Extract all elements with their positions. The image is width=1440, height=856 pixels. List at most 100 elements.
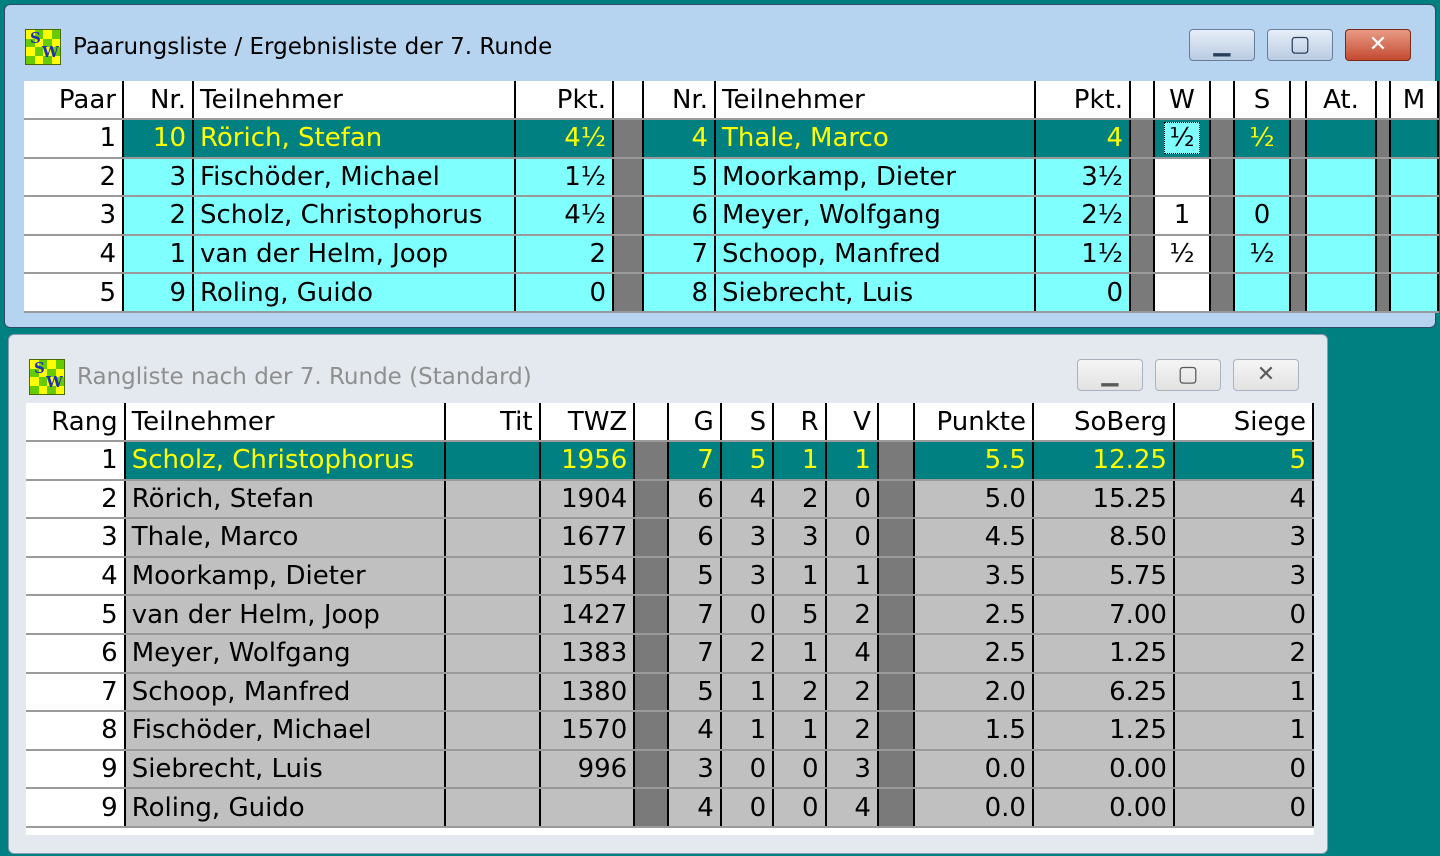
punkte-cell: 2.5	[914, 633, 1034, 674]
separator-cell	[1130, 157, 1155, 198]
result-w-input[interactable]	[1154, 273, 1211, 313]
separator-cell	[1130, 196, 1155, 236]
col-header-g[interactable]: G	[668, 403, 722, 442]
separator-cell	[877, 518, 916, 558]
col-header-nr2[interactable]: Nr.	[643, 81, 716, 120]
v-cell: 4	[825, 633, 879, 674]
result-w-value[interactable]: ½	[1164, 122, 1200, 155]
result-s-input[interactable]	[1234, 273, 1291, 313]
at-cell[interactable]	[1306, 119, 1377, 159]
ranking-row[interactable]: 1 Scholz, Christophorus 1956 7 5 1 1 5.5…	[26, 441, 1315, 481]
col-header-pkt2[interactable]: Pkt.	[1035, 81, 1131, 120]
ranking-header-row: Rang Teilnehmer Tit TWZ G S R V Punkte S…	[26, 403, 1315, 442]
ranking-grid[interactable]: Rang Teilnehmer Tit TWZ G S R V Punkte S…	[26, 403, 1315, 835]
ranking-window-titlebar[interactable]: SW Rangliste nach der 7. Runde (Standard…	[9, 335, 1327, 405]
result-w-input[interactable]: 1	[1154, 196, 1211, 236]
col-header-twz[interactable]: TWZ	[539, 403, 636, 442]
ranking-row[interactable]: 7 Schoop, Manfred 1380 5 1 2 2 2.0 6.25 …	[26, 672, 1315, 713]
result-s-input[interactable]: ½	[1234, 119, 1291, 159]
pairing-row[interactable]: 4 1 van der Helm, Joop 2 7 Schoop, Manfr…	[24, 234, 1439, 275]
at-cell[interactable]	[1306, 157, 1377, 198]
col-header-teilnehmer[interactable]: Teilnehmer	[193, 81, 516, 120]
punkte-cell: 5.5	[914, 441, 1034, 481]
pairing-list-window[interactable]: SW Paarungsliste / Ergebnisliste der 7. …	[4, 4, 1439, 328]
m-cell[interactable]	[1390, 234, 1439, 275]
result-w-input[interactable]	[1154, 157, 1211, 198]
minimize-button[interactable]: ▁	[1077, 359, 1143, 391]
result-s-input[interactable]	[1234, 157, 1291, 198]
col-header-siege[interactable]: Siege	[1173, 403, 1315, 442]
soberg-cell: 12.25	[1032, 441, 1175, 481]
result-w-input[interactable]: ½	[1154, 234, 1211, 275]
col-header-m[interactable]: M	[1390, 81, 1439, 120]
at-cell[interactable]	[1306, 196, 1377, 236]
ranking-row[interactable]: 2 Rörich, Stefan 1904 6 4 2 0 5.0 15.25 …	[26, 479, 1315, 520]
m-cell[interactable]	[1390, 273, 1439, 313]
minimize-button[interactable]: ▁	[1189, 29, 1255, 61]
col-header-nr[interactable]: Nr.	[123, 81, 194, 120]
v-cell: 1	[825, 441, 879, 481]
m-cell[interactable]	[1390, 157, 1439, 198]
g-cell: 6	[668, 479, 722, 520]
paar-cell: 2	[24, 157, 124, 198]
pairing-grid[interactable]: Paar Nr. Teilnehmer Pkt. Nr. Teilnehmer …	[24, 81, 1439, 313]
ranking-row[interactable]: 8 Fischöder, Michael 1570 4 1 1 2 1.5 1.…	[26, 711, 1315, 751]
ranking-list-window[interactable]: SW Rangliste nach der 7. Runde (Standard…	[8, 334, 1328, 854]
result-s-input[interactable]: ½	[1234, 234, 1291, 275]
close-button[interactable]: ✕	[1233, 359, 1299, 391]
col-header-teilnehmer[interactable]: Teilnehmer	[124, 403, 446, 442]
v-cell: 2	[825, 672, 879, 713]
col-header-at[interactable]: At.	[1306, 81, 1377, 120]
maximize-button[interactable]: ▢	[1155, 359, 1221, 391]
col-header-pkt[interactable]: Pkt.	[515, 81, 614, 120]
v-cell: 0	[825, 479, 879, 520]
col-header-r[interactable]: R	[773, 403, 827, 442]
separator-cell	[1290, 234, 1307, 275]
m-cell[interactable]	[1390, 196, 1439, 236]
name-cell: Meyer, Wolfgang	[124, 633, 446, 674]
name-cell: Siebrecht, Luis	[124, 749, 446, 790]
rang-cell: 7	[26, 672, 126, 713]
col-header-paar[interactable]: Paar	[24, 81, 124, 120]
maximize-button[interactable]: ▢	[1267, 29, 1333, 61]
ranking-row[interactable]: 4 Moorkamp, Dieter 1554 5 3 1 1 3.5 5.75…	[26, 556, 1315, 597]
ranking-row[interactable]: 3 Thale, Marco 1677 6 3 3 0 4.5 8.50 3	[26, 518, 1315, 558]
v-cell: 4	[825, 788, 879, 828]
paar-cell: 3	[24, 196, 124, 236]
pairing-row[interactable]: 1 10 Rörich, Stefan 4½ 4 Thale, Marco 4 …	[24, 119, 1439, 159]
close-button[interactable]: ✕	[1345, 29, 1411, 61]
col-header-s[interactable]: S	[1234, 81, 1291, 120]
at-cell[interactable]	[1306, 273, 1377, 313]
ranking-row[interactable]: 9 Roling, Guido 4 0 0 4 0.0 0.00 0	[26, 788, 1315, 828]
rang-cell: 3	[26, 518, 126, 558]
at-cell[interactable]	[1306, 234, 1377, 275]
separator-cell	[634, 518, 670, 558]
m-cell[interactable]	[1390, 119, 1439, 159]
s-cell: 3	[720, 556, 775, 597]
pairing-window-titlebar[interactable]: SW Paarungsliste / Ergebnisliste der 7. …	[5, 5, 1435, 75]
col-header-separator	[634, 403, 670, 442]
ranking-row[interactable]: 9 Siebrecht, Luis 996 3 0 0 3 0.0 0.00 0	[26, 749, 1315, 790]
col-header-s[interactable]: S	[720, 403, 775, 442]
nr-cell: 10	[123, 119, 194, 159]
col-header-v[interactable]: V	[825, 403, 879, 442]
g-cell: 3	[668, 749, 722, 790]
col-header-w[interactable]: W	[1154, 81, 1211, 120]
name-cell: Thale, Marco	[124, 518, 446, 558]
paar-cell: 4	[24, 234, 124, 275]
col-header-punkte[interactable]: Punkte	[914, 403, 1034, 442]
soberg-cell: 1.25	[1032, 711, 1175, 751]
col-header-tit[interactable]: Tit	[444, 403, 541, 442]
pairing-row[interactable]: 5 9 Roling, Guido 0 8 Siebrecht, Luis 0	[24, 273, 1439, 313]
col-header-soberg[interactable]: SoBerg	[1032, 403, 1175, 442]
ranking-row[interactable]: 6 Meyer, Wolfgang 1383 7 2 1 4 2.5 1.25 …	[26, 633, 1315, 674]
col-header-rang[interactable]: Rang	[26, 403, 126, 442]
pairing-row[interactable]: 2 3 Fischöder, Michael 1½ 5 Moorkamp, Di…	[24, 157, 1439, 198]
pairing-row[interactable]: 3 2 Scholz, Christophorus 4½ 6 Meyer, Wo…	[24, 196, 1439, 236]
result-w-input[interactable]: ½	[1154, 119, 1211, 159]
separator-cell	[1210, 273, 1235, 313]
result-s-input[interactable]: 0	[1234, 196, 1291, 236]
ranking-row[interactable]: 5 van der Helm, Joop 1427 7 0 5 2 2.5 7.…	[26, 595, 1315, 635]
pkt-cell: 1½	[515, 157, 614, 198]
col-header-teilnehmer2[interactable]: Teilnehmer	[715, 81, 1036, 120]
